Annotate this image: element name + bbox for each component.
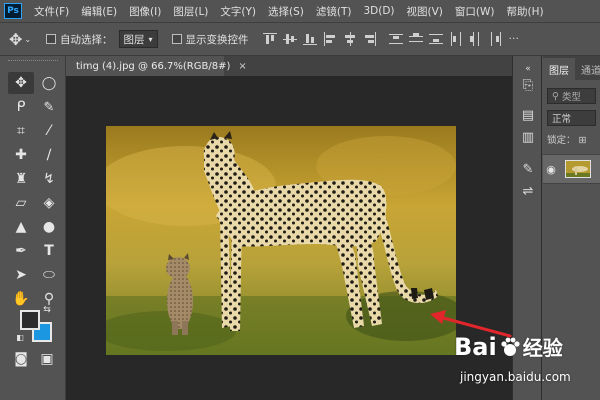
align-vcenter-icon[interactable] xyxy=(282,32,297,46)
menu-select[interactable]: 选择(S) xyxy=(262,4,310,19)
ellipse-tool-icon[interactable]: ⬭ xyxy=(36,264,62,286)
search-icon: ⚲ xyxy=(552,90,559,102)
align-top-icon[interactable] xyxy=(262,32,277,46)
document-panel-icon[interactable]: ▥ xyxy=(519,128,537,146)
distribute-left-icon[interactable] xyxy=(449,32,463,46)
pen-tool-icon[interactable]: ✒ xyxy=(8,240,34,262)
blend-mode-value: 正常 xyxy=(552,114,572,125)
distribute-hcenter-icon[interactable] xyxy=(469,32,483,46)
document-tab[interactable]: timg (4).jpg @ 66.7%(RGB/8#) × xyxy=(66,56,247,76)
menu-type[interactable]: 文字(Y) xyxy=(214,4,262,19)
marquee-tool-icon[interactable]: ◯ xyxy=(36,72,62,94)
lock-row: 锁定： ⊞ xyxy=(547,132,596,146)
move-tool-preset-icon[interactable]: ✥ ⌄ xyxy=(0,25,40,53)
auto-select-label: 自动选择： xyxy=(60,33,113,46)
align-left-icon[interactable] xyxy=(323,32,337,46)
panel-dock: « ⎘ ▤ ▥ ✎ ⇌ xyxy=(512,56,542,400)
adjustments-panel-icon[interactable]: ⇌ xyxy=(519,182,537,200)
healing-brush-tool-icon[interactable]: ✚ xyxy=(8,144,34,166)
annotation-arrow xyxy=(430,310,512,338)
chevron-down-icon: ▾ xyxy=(148,34,153,44)
document-tabs: timg (4).jpg @ 66.7%(RGB/8#) × xyxy=(66,56,512,76)
menu-filter[interactable]: 滤镜(T) xyxy=(310,4,358,19)
distribute-top-icon[interactable] xyxy=(388,32,403,46)
visibility-eye-icon[interactable]: ◉ xyxy=(543,163,559,176)
align-bottom-icon[interactable] xyxy=(302,32,317,46)
eyedropper-tool-icon[interactable]: ⁄ xyxy=(36,120,62,142)
path-selection-tool-icon[interactable]: ➤ xyxy=(8,264,34,286)
menu-edit[interactable]: 编辑(E) xyxy=(75,4,123,19)
align-buttons xyxy=(262,32,377,46)
show-transform-label: 显示变换控件 xyxy=(185,33,249,46)
layer-filter-label: 类型 xyxy=(561,92,581,103)
layer-filter-field[interactable]: ⚲ 类型 xyxy=(547,88,596,104)
menu-help[interactable]: 帮助(H) xyxy=(501,4,550,19)
close-icon[interactable]: × xyxy=(238,61,246,72)
foreground-color-swatch[interactable] xyxy=(20,310,40,330)
more-options-icon[interactable]: ··· xyxy=(509,32,523,46)
brush-panel-icon[interactable]: ✎ xyxy=(519,160,537,178)
menu-view[interactable]: 视图(V) xyxy=(401,4,449,19)
clone-stamp-tool-icon[interactable]: ♜ xyxy=(8,168,34,190)
distribute-buttons: ··· xyxy=(388,32,523,46)
distribute-vcenter-icon[interactable] xyxy=(408,32,423,46)
history-brush-tool-icon[interactable]: ↯ xyxy=(36,168,62,190)
quick-select-tool-icon[interactable]: ✎ xyxy=(36,96,62,118)
blur-tool-icon[interactable]: ▲ xyxy=(8,216,34,238)
properties-panel-icon[interactable]: ▤ xyxy=(519,106,537,124)
options-bar: ✥ ⌄ 自动选择： 图层 ▾ 显示变换控件 ··· xyxy=(0,22,600,56)
default-colors-icon[interactable]: ◧ xyxy=(14,332,26,344)
menu-3d[interactable]: 3D(D) xyxy=(357,5,400,17)
swap-colors-icon[interactable]: ⇆ xyxy=(40,304,54,316)
lasso-tool-icon[interactable]: ᑭ xyxy=(8,96,34,118)
lock-transparency-icon[interactable]: ⊞ xyxy=(579,135,587,146)
document-tab-title: timg (4).jpg @ 66.7%(RGB/8#) xyxy=(76,60,231,72)
photoshop-logo: Ps xyxy=(4,3,22,19)
type-tool-icon[interactable]: T xyxy=(36,240,62,262)
panel-tabs: 图层 通道 xyxy=(543,56,600,80)
canvas-area[interactable] xyxy=(66,76,512,400)
menu-window[interactable]: 窗口(W) xyxy=(449,4,501,19)
distribute-bottom-icon[interactable] xyxy=(428,32,443,46)
paint-bucket-tool-icon[interactable]: ◈ xyxy=(36,192,62,214)
auto-select-dropdown[interactable]: 图层 ▾ xyxy=(118,30,158,48)
layers-panel: 图层 通道 ⚲ 类型 正常 锁定： ⊞ ◉ xyxy=(543,56,600,400)
history-panel-icon[interactable]: ⎘ xyxy=(519,76,537,94)
quick-mask-icon[interactable]: ◙ xyxy=(8,348,34,370)
panel-grip[interactable] xyxy=(8,60,58,64)
auto-select-checkbox[interactable] xyxy=(46,34,56,44)
align-hcenter-icon[interactable] xyxy=(343,32,357,46)
menu-file[interactable]: 文件(F) xyxy=(28,4,75,19)
align-right-icon[interactable] xyxy=(363,32,377,46)
distribute-right-icon[interactable] xyxy=(489,32,503,46)
layer-thumbnail xyxy=(565,160,591,178)
auto-select-value: 图层 xyxy=(123,33,145,46)
blend-mode-dropdown[interactable]: 正常 xyxy=(547,110,596,126)
document-image[interactable] xyxy=(106,126,456,355)
move-tool-icon[interactable]: ✥ xyxy=(8,72,34,94)
screen-mode-icon[interactable]: ▣ xyxy=(34,348,60,370)
brush-tool-icon[interactable]: ∕ xyxy=(36,144,62,166)
tab-layers[interactable]: 图层 xyxy=(543,58,575,80)
menu-image[interactable]: 图像(I) xyxy=(123,4,167,19)
hand-tool-icon[interactable]: ✋ xyxy=(8,288,34,310)
tools-panel: ✥ ◯ ᑭ ✎ ⌗ ⁄ ✚ ∕ ♜ ↯ ▱ ◈ ▲ ● ✒ T ➤ ⬭ ✋ ⚲ … xyxy=(0,56,66,400)
crop-tool-icon[interactable]: ⌗ xyxy=(8,120,34,142)
show-transform-checkbox[interactable] xyxy=(171,34,182,44)
menu-layer[interactable]: 图层(L) xyxy=(167,4,214,19)
menu-bar: Ps 文件(F) 编辑(E) 图像(I) 图层(L) 文字(Y) 选择(S) 滤… xyxy=(0,0,600,22)
tab-channels[interactable]: 通道 xyxy=(575,58,600,80)
eraser-tool-icon[interactable]: ▱ xyxy=(8,192,34,214)
layer-row[interactable]: ◉ xyxy=(543,154,600,184)
lock-label: 锁定： xyxy=(547,135,576,146)
dodge-tool-icon[interactable]: ● xyxy=(36,216,62,238)
